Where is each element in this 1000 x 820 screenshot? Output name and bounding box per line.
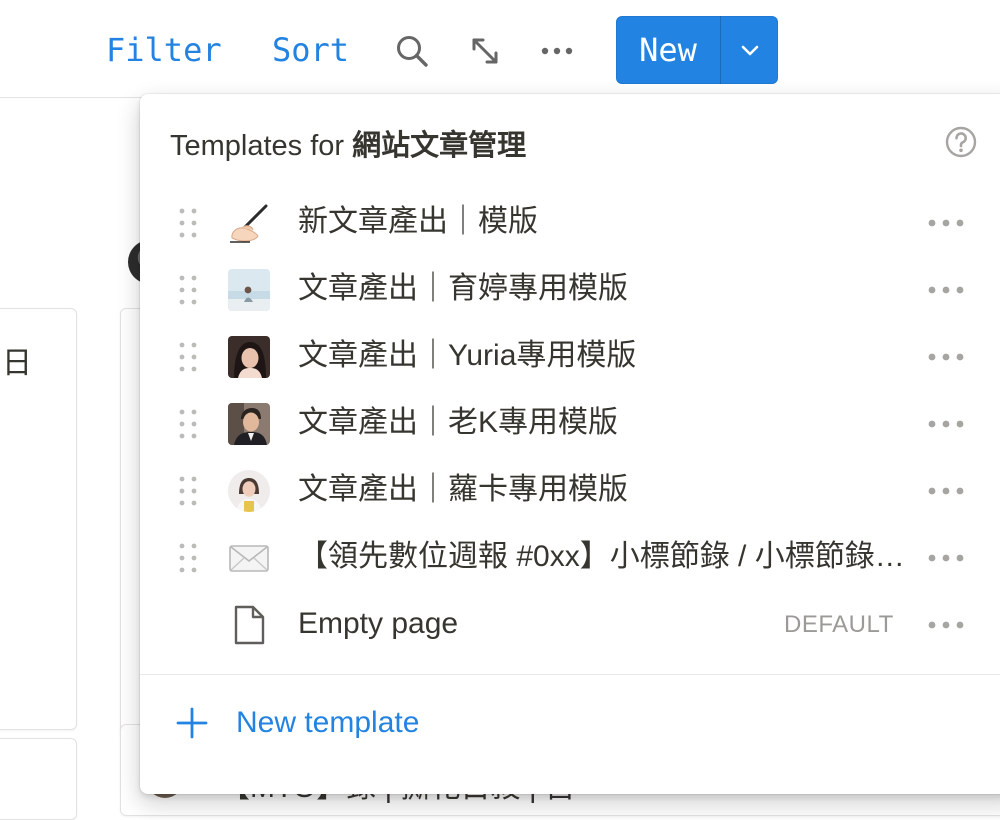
database-toolbar: Filter Sort New xyxy=(0,0,1000,98)
drag-handle-icon[interactable] xyxy=(176,474,200,508)
menu-divider xyxy=(140,674,1000,675)
template-label: 文章產出｜育婷專用模版 xyxy=(298,272,628,305)
search-icon[interactable] xyxy=(393,32,431,70)
board-card[interactable] xyxy=(0,738,77,820)
template-item[interactable]: 文章產出｜育婷專用模版 xyxy=(148,257,984,321)
avatar-photo-icon xyxy=(228,403,270,445)
template-label: 新文章產出｜模版 xyxy=(298,205,538,238)
templates-menu: Templates for 網站文章管理 新文章產出｜模版 文章產出｜育婷專用模… xyxy=(140,94,1000,794)
drag-handle-icon[interactable] xyxy=(176,206,200,240)
more-horizontal-icon[interactable] xyxy=(924,474,968,508)
filter-button[interactable]: Filter xyxy=(106,30,222,70)
title-prefix: Templates for xyxy=(170,130,353,162)
default-badge: DEFAULT xyxy=(784,611,894,638)
new-template-label: New template xyxy=(236,706,420,739)
plus-icon xyxy=(176,707,208,739)
envelope-icon xyxy=(228,537,270,579)
more-horizontal-icon[interactable] xyxy=(924,206,968,240)
new-dropdown-button[interactable] xyxy=(721,16,778,84)
template-label: 【領先數位週報 #0xx】小標節錄 / 小標節錄 / 小標節錄 xyxy=(298,540,908,573)
template-item[interactable]: 文章產出｜Yuria專用模版 xyxy=(148,324,984,388)
avatar-photo-icon xyxy=(228,336,270,378)
drag-handle-icon[interactable] xyxy=(176,340,200,374)
more-horizontal-icon[interactable] xyxy=(924,608,968,642)
templates-menu-title: Templates for 網站文章管理 xyxy=(170,122,526,164)
template-item[interactable]: 新文章產出｜模版 xyxy=(148,190,984,254)
more-horizontal-icon[interactable] xyxy=(924,273,968,307)
expand-icon[interactable] xyxy=(466,32,504,70)
template-label: 文章產出｜老K專用模版 xyxy=(298,406,619,439)
board-card-text: 日 xyxy=(2,347,32,380)
more-horizontal-icon[interactable] xyxy=(924,541,968,575)
sort-button[interactable]: Sort xyxy=(272,30,349,70)
drag-handle-icon[interactable] xyxy=(176,541,200,575)
empty-page-label: Empty page xyxy=(298,607,459,640)
more-horizontal-icon[interactable] xyxy=(538,32,576,70)
template-label: 文章產出｜蘿卡專用模版 xyxy=(298,473,628,506)
template-label: 文章產出｜Yuria專用模版 xyxy=(298,339,637,372)
avatar-photo-icon xyxy=(228,269,270,311)
chevron-down-icon xyxy=(741,45,759,56)
more-horizontal-icon[interactable] xyxy=(924,340,968,374)
more-horizontal-icon[interactable] xyxy=(924,407,968,441)
drag-handle-icon[interactable] xyxy=(176,407,200,441)
empty-page-item[interactable]: Empty page DEFAULT xyxy=(148,592,984,656)
template-item[interactable]: 【領先數位週報 #0xx】小標節錄 / 小標節錄 / 小標節錄 xyxy=(148,525,984,589)
page-icon xyxy=(228,604,270,646)
template-item[interactable]: 文章產出｜蘿卡專用模版 xyxy=(148,458,984,522)
writing-hand-icon xyxy=(228,202,270,244)
template-item[interactable]: 文章產出｜老K專用模版 xyxy=(148,391,984,455)
new-button[interactable]: New xyxy=(616,16,720,84)
avatar-photo-icon xyxy=(228,470,270,512)
help-circle-icon[interactable] xyxy=(944,125,978,159)
new-button-group: New xyxy=(616,16,778,84)
database-name: 網站文章管理 xyxy=(352,130,527,162)
drag-handle-icon[interactable] xyxy=(176,273,200,307)
